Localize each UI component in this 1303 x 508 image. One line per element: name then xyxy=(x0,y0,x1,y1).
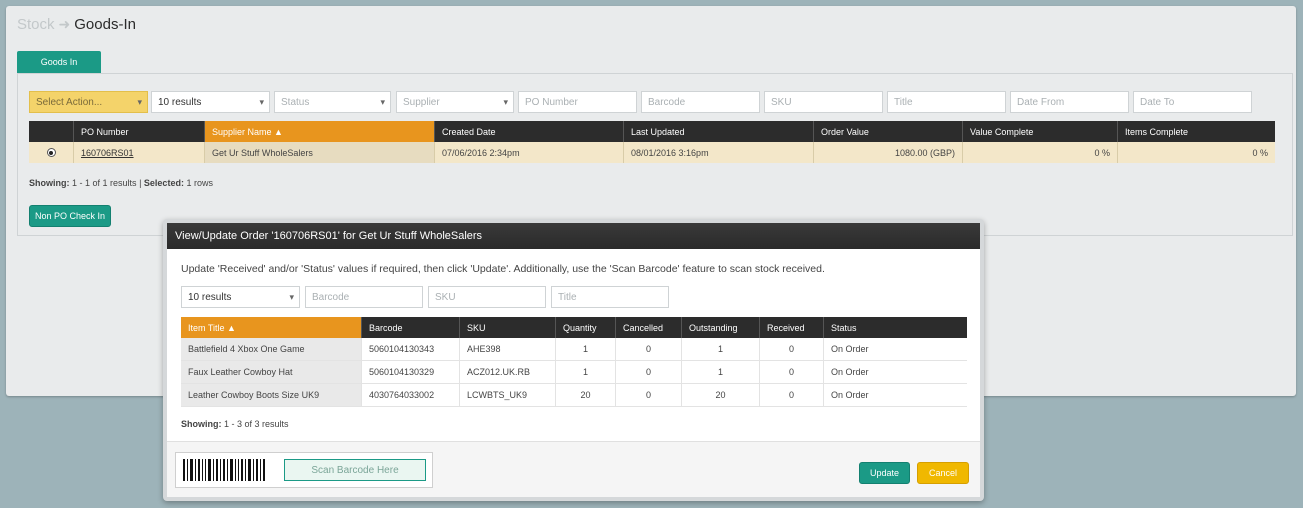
col-sku[interactable]: SKU xyxy=(460,317,556,338)
barcode-scanner-box: Scan Barcode Here xyxy=(175,452,433,488)
item-outstanding-cell: 1 xyxy=(682,338,760,360)
barcode-input[interactable]: Barcode xyxy=(641,91,760,113)
row-radio-button[interactable] xyxy=(46,148,56,157)
item-title-cell: Faux Leather Cowboy Hat xyxy=(181,361,362,383)
breadcrumb-stock-link[interactable]: Stock xyxy=(17,16,55,33)
col-value-complete[interactable]: Value Complete xyxy=(963,121,1118,142)
item-quantity-cell: 1 xyxy=(556,361,616,383)
po-number-cell: 160706RS01 xyxy=(74,142,205,163)
table-row[interactable]: 160706RS01 Get Ur Stuff WholeSalers 07/0… xyxy=(29,142,1275,163)
item-title-cell: Leather Cowboy Boots Size UK9 xyxy=(181,384,362,406)
last-updated-cell: 08/01/2016 3:16pm xyxy=(624,142,814,163)
modal-results-per-page-select[interactable]: 10 results xyxy=(181,286,300,308)
col-created-date[interactable]: Created Date xyxy=(435,121,624,142)
page-title: Goods-In xyxy=(74,16,136,33)
col-items-complete[interactable]: Items Complete xyxy=(1118,121,1275,142)
showing-range: 1 - 1 of 1 results xyxy=(72,178,137,188)
col-received[interactable]: Received xyxy=(760,317,824,338)
items-complete-cell: 0 % xyxy=(1252,147,1268,158)
cancel-button[interactable]: Cancel xyxy=(917,462,969,484)
po-number-input[interactable]: PO Number xyxy=(518,91,637,113)
purchase-orders-table: PO Number Supplier Name ▲ Created Date L… xyxy=(29,121,1275,163)
item-outstanding-cell: 1 xyxy=(682,361,760,383)
order-items-table: Item Title ▲ Barcode SKU Quantity Cancel… xyxy=(181,317,967,407)
col-po-number[interactable]: PO Number xyxy=(74,121,205,142)
col-quantity[interactable]: Quantity xyxy=(556,317,616,338)
modal-sku-input[interactable]: SKU xyxy=(428,286,546,308)
results-per-page-select[interactable]: 10 results xyxy=(151,91,270,113)
selected-count: 1 rows xyxy=(186,178,213,188)
po-number-link[interactable]: 160706RS01 xyxy=(81,148,134,158)
showing-label: Showing: xyxy=(29,178,70,188)
date-from-input[interactable]: Date From xyxy=(1010,91,1129,113)
table-row[interactable]: Battlefield 4 Xbox One Game 506010413034… xyxy=(181,338,967,361)
supplier-filter-select[interactable]: Supplier xyxy=(396,91,514,113)
item-barcode-cell: 5060104130329 xyxy=(362,361,460,383)
item-cancelled-cell: 0 xyxy=(616,361,682,383)
scan-barcode-input[interactable]: Scan Barcode Here xyxy=(284,459,426,481)
item-sku-cell: AHE398 xyxy=(460,338,556,360)
results-summary: Showing: 1 - 1 of 1 results | Selected: … xyxy=(29,178,213,188)
supplier-cell: Get Ur Stuff WholeSalers xyxy=(205,142,435,163)
goods-in-panel: Select Action... 10 results Status Suppl… xyxy=(17,73,1293,236)
col-outstanding[interactable]: Outstanding xyxy=(682,317,760,338)
arrow-right-icon: ➜ xyxy=(58,16,71,32)
non-po-check-in-button[interactable]: Non PO Check In xyxy=(29,205,111,227)
item-sku-cell: LCWBTS_UK9 xyxy=(460,384,556,406)
item-status-cell[interactable]: On Order xyxy=(824,361,967,383)
col-cancelled[interactable]: Cancelled xyxy=(616,317,682,338)
created-date-cell: 07/06/2016 2:34pm xyxy=(435,142,624,163)
order-value-cell: 1080.00 (GBP) xyxy=(814,142,963,163)
col-item-title[interactable]: Item Title ▲ xyxy=(181,317,362,338)
modal-instructions: Update 'Received' and/or 'Status' values… xyxy=(181,263,825,275)
item-quantity-cell: 1 xyxy=(556,338,616,360)
selected-label: Selected: xyxy=(143,178,184,188)
item-cancelled-cell: 0 xyxy=(616,338,682,360)
item-outstanding-cell: 20 xyxy=(682,384,760,406)
breadcrumb: Stock ➜ Goods-In xyxy=(17,16,136,33)
value-complete-cell: 0 % xyxy=(963,142,1118,163)
col-order-value[interactable]: Order Value xyxy=(814,121,963,142)
col-barcode[interactable]: Barcode xyxy=(362,317,460,338)
modal-showing-label: Showing: xyxy=(181,419,222,429)
item-received-cell[interactable]: 0 xyxy=(760,338,824,360)
modal-barcode-input[interactable]: Barcode xyxy=(305,286,423,308)
item-received-cell[interactable]: 0 xyxy=(760,384,824,406)
update-button[interactable]: Update xyxy=(859,462,910,484)
sku-input[interactable]: SKU xyxy=(764,91,883,113)
modal-showing-range: 1 - 3 of 3 results xyxy=(224,419,289,429)
view-update-order-modal: View/Update Order '160706RS01' for Get U… xyxy=(163,219,984,501)
item-status-cell[interactable]: On Order xyxy=(824,384,967,406)
items-header-row: Item Title ▲ Barcode SKU Quantity Cancel… xyxy=(181,317,967,338)
table-row[interactable]: Faux Leather Cowboy Hat 5060104130329 AC… xyxy=(181,361,967,384)
select-action-dropdown[interactable]: Select Action... xyxy=(29,91,148,113)
title-input[interactable]: Title xyxy=(887,91,1006,113)
item-received-cell[interactable]: 0 xyxy=(760,361,824,383)
date-to-input[interactable]: Date To xyxy=(1133,91,1252,113)
item-barcode-cell: 4030764033002 xyxy=(362,384,460,406)
col-supplier-name[interactable]: Supplier Name ▲ xyxy=(205,121,435,142)
item-status-cell[interactable]: On Order xyxy=(824,338,967,360)
col-last-updated[interactable]: Last Updated xyxy=(624,121,814,142)
barcode-icon xyxy=(183,459,275,481)
modal-title-input[interactable]: Title xyxy=(551,286,669,308)
col-status[interactable]: Status xyxy=(824,317,967,338)
table-header-row: PO Number Supplier Name ▲ Created Date L… xyxy=(29,121,1275,142)
modal-title: View/Update Order '160706RS01' for Get U… xyxy=(167,223,980,249)
tab-goods-in[interactable]: Goods In xyxy=(17,51,101,73)
status-filter-select[interactable]: Status xyxy=(274,91,391,113)
modal-results-summary: Showing: 1 - 3 of 3 results xyxy=(181,419,289,429)
summary-separator: | xyxy=(139,178,142,188)
item-sku-cell: ACZ012.UK.RB xyxy=(460,361,556,383)
item-cancelled-cell: 0 xyxy=(616,384,682,406)
modal-footer: Scan Barcode Here Update Cancel xyxy=(167,441,980,497)
item-title-cell: Battlefield 4 Xbox One Game xyxy=(181,338,362,360)
select-column-header xyxy=(29,121,74,142)
row-select-cell[interactable] xyxy=(29,142,74,163)
item-quantity-cell: 20 xyxy=(556,384,616,406)
table-row[interactable]: Leather Cowboy Boots Size UK9 4030764033… xyxy=(181,384,967,407)
item-barcode-cell: 5060104130343 xyxy=(362,338,460,360)
